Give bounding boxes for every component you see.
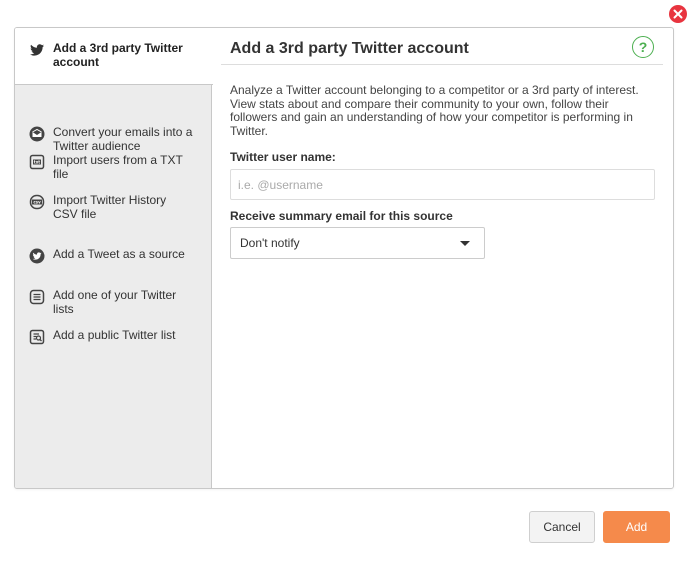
sidebar-item-label: Add a 3rd party Twitter account xyxy=(53,41,183,69)
public-list-icon xyxy=(29,329,45,345)
summary-email-selected-value: Don't notify xyxy=(240,236,300,250)
title-divider xyxy=(221,64,663,65)
sidebar-item-label: Add a Tweet as a source xyxy=(53,247,185,261)
txt-file-icon: txt xyxy=(29,154,45,170)
panel-description: Analyze a Twitter account belonging to a… xyxy=(230,83,639,138)
sidebar-item-convert-emails[interactable]: Convert your emails into a Twitter audie… xyxy=(15,125,212,153)
summary-email-label: Receive summary email for this source xyxy=(230,209,453,223)
sidebar-item-public-list[interactable]: Add a public Twitter list xyxy=(15,328,212,345)
csv-file-icon: csv xyxy=(29,194,45,210)
close-icon xyxy=(673,9,683,19)
sidebar-item-3rd-party-account[interactable]: Add a 3rd party Twitter account xyxy=(15,28,213,85)
sidebar-item-label: Add a public Twitter list xyxy=(53,328,176,342)
chevron-down-icon xyxy=(460,241,470,246)
svg-text:txt: txt xyxy=(34,160,40,165)
twitter-circle-icon xyxy=(29,248,45,264)
sidebar-item-label: Import Twitter History CSV file xyxy=(53,193,167,221)
envelope-icon xyxy=(29,126,45,142)
close-dialog-button[interactable] xyxy=(669,5,687,23)
source-type-sidebar: Add a 3rd party Twitter account Convert … xyxy=(15,28,213,488)
source-form-panel: Add a 3rd party Twitter account ? Analyz… xyxy=(213,28,673,488)
list-icon xyxy=(29,289,45,305)
svg-text:csv: csv xyxy=(33,200,41,205)
help-icon[interactable]: ? xyxy=(632,36,654,58)
twitter-username-input[interactable] xyxy=(230,169,655,200)
add-button[interactable]: Add xyxy=(603,511,670,543)
sidebar-item-label: Add one of your Twitter lists xyxy=(53,288,177,316)
username-label: Twitter user name: xyxy=(230,150,336,164)
summary-email-select[interactable]: Don't notify xyxy=(230,227,485,259)
cancel-button[interactable]: Cancel xyxy=(529,511,595,543)
panel-title: Add a 3rd party Twitter account xyxy=(230,40,469,57)
add-source-dialog: Add a 3rd party Twitter account Convert … xyxy=(14,27,674,489)
sidebar-item-import-csv[interactable]: csv Import Twitter History CSV file xyxy=(15,193,212,221)
sidebar-item-add-tweet[interactable]: Add a Tweet as a source xyxy=(15,247,212,264)
sidebar-item-label: Import users from a TXT file xyxy=(53,153,183,181)
sidebar-item-label: Convert your emails into a Twitter audie… xyxy=(53,125,193,153)
sidebar-item-import-txt[interactable]: txt Import users from a TXT file xyxy=(15,153,212,181)
twitter-bird-icon xyxy=(29,42,45,58)
sidebar-item-your-lists[interactable]: Add one of your Twitter lists xyxy=(15,288,212,316)
